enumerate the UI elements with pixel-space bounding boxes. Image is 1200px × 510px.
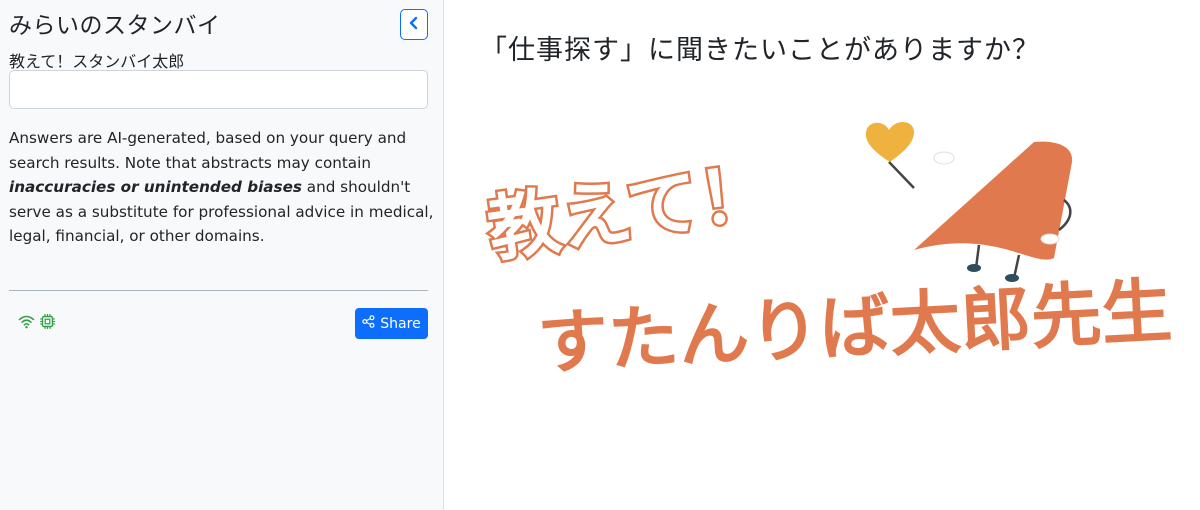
- disclaimer-emphasis: inaccuracies or unintended biases: [9, 178, 302, 196]
- hero-logo-line2: すたんりば太郎先生: [536, 270, 1174, 385]
- hero-logo: 教えて！ すたんりば太郎先生: [480, 121, 1178, 388]
- mascot-illustration: [865, 121, 1073, 282]
- hero-logo-line1: 教えて！: [483, 149, 776, 272]
- wifi-icon: [18, 313, 35, 334]
- share-icon: [362, 315, 375, 332]
- sidebar: みらいのスタンバイ 教えて！スタンバイ太郎 Answers are AI-gen…: [0, 0, 444, 510]
- disclaimer-text: Answers are AI-generated, based on your …: [9, 129, 407, 172]
- query-label: 教えて！スタンバイ太郎: [9, 52, 185, 71]
- prompt-heading: 「仕事探す」に聞きたいことがありますか？: [480, 35, 1040, 66]
- divider: [9, 290, 428, 291]
- ai-disclaimer: Answers are AI-generated, based on your …: [9, 126, 437, 249]
- status-icons: [18, 313, 56, 334]
- share-label: Share: [380, 315, 421, 332]
- chip-icon: [39, 313, 56, 334]
- chevron-left-icon: [408, 16, 420, 33]
- main-panel: 「仕事探す」に聞きたいことがありますか？ 教えて！ すたんりば太郎先生: [444, 0, 1200, 510]
- collapse-sidebar-button[interactable]: [400, 9, 428, 40]
- query-input[interactable]: [9, 70, 428, 109]
- app-title: みらいのスタンバイ: [9, 13, 221, 39]
- share-button[interactable]: Share: [355, 308, 428, 339]
